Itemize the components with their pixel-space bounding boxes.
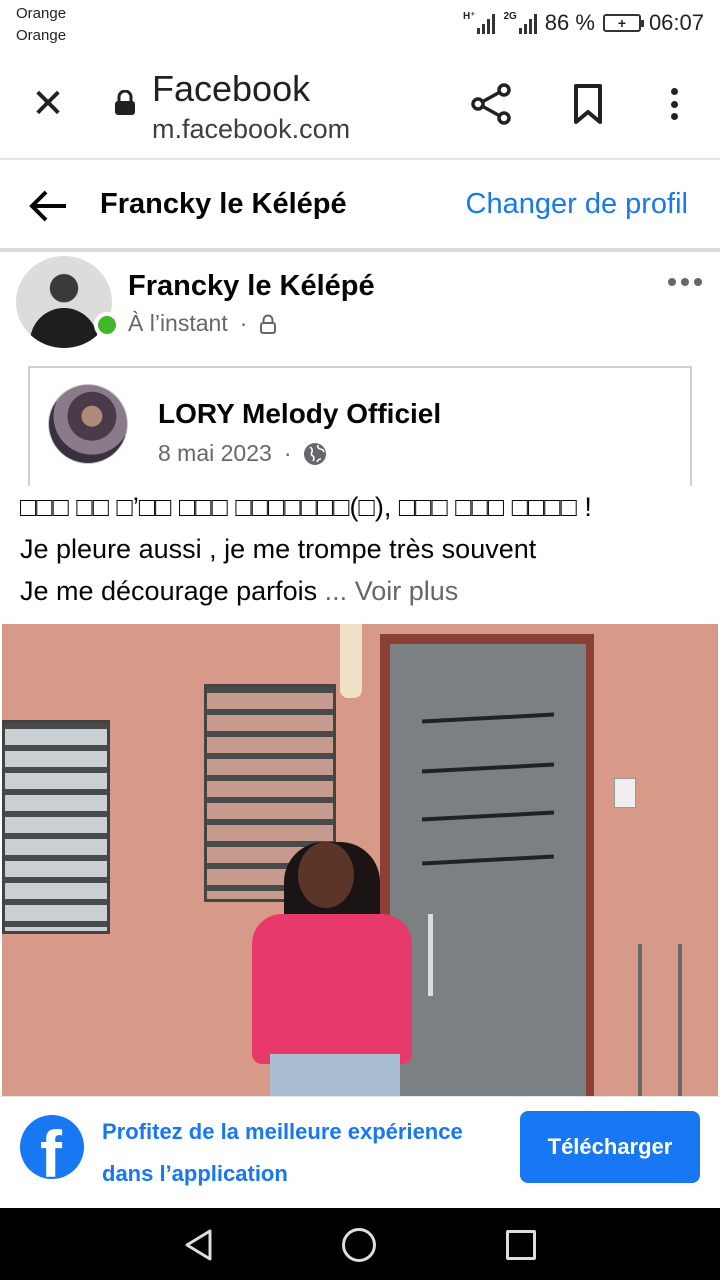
bookmark-icon[interactable] [570, 82, 606, 126]
banner-line-1: Profitez de la meilleure expérience [102, 1119, 463, 1144]
post-text-line: Je pleure aussi , je me trompe très souv… [20, 534, 537, 564]
carrier-label-secondary: Orange [16, 27, 67, 44]
battery-percent: 86 % [544, 10, 595, 35]
photo-light-switch [614, 778, 636, 808]
photo-door-handle [428, 914, 433, 996]
battery-icon: + [602, 14, 644, 32]
photo-person-jeans [270, 1054, 400, 1096]
online-status-icon [94, 312, 120, 338]
post-text-line: □□□ □□ □’□□ □□□ □□□□□□□(□), □□□ □□□ □□□□… [20, 492, 592, 522]
status-indicators: H⁺ 2G 86 % + 06:07 [463, 10, 704, 36]
download-button[interactable]: Télécharger [520, 1111, 700, 1183]
more-vertical-icon[interactable] [660, 84, 688, 124]
shared-meta-separator: · [283, 440, 292, 466]
back-arrow-icon[interactable] [26, 188, 70, 224]
photo-person-shirt [252, 914, 412, 1064]
post-timestamp[interactable]: À l’instant [128, 310, 228, 337]
shared-post-meta: 8 mai 2023 · [158, 440, 327, 467]
site-title: Facebook [152, 68, 311, 109]
system-navigation-bar [0, 1208, 720, 1280]
photo-door [390, 644, 586, 1096]
photo-window-left [2, 720, 110, 934]
see-more-link[interactable]: Voir plus [355, 576, 459, 606]
site-url[interactable]: m.facebook.com [152, 114, 350, 145]
post-options-icon[interactable] [668, 278, 702, 286]
close-icon[interactable]: ✕ [28, 84, 68, 126]
post-text-line-content: Je me décourage parfois [20, 576, 318, 606]
change-profile-link[interactable]: Changer de profil [466, 188, 688, 221]
lock-icon [115, 90, 135, 115]
post-text: □□□ □□ □’□□ □□□ □□□□□□□(□), □□□ □□□ □□□□… [20, 486, 710, 612]
post-photo[interactable] [2, 624, 718, 1096]
photo-person-face [298, 842, 354, 908]
post-meta: À l’instant · [128, 310, 277, 337]
globe-icon [304, 442, 327, 465]
post-author-name[interactable]: Francky le Kélépé [128, 270, 375, 303]
privacy-lock-icon [260, 314, 277, 334]
photo-lamp [340, 624, 362, 698]
status-bar: Orange Orange H⁺ 2G 86 % + 06:07 [0, 0, 720, 50]
nav-back-icon[interactable] [182, 1228, 216, 1262]
shared-author-avatar[interactable] [48, 384, 128, 464]
nav-home-icon[interactable] [342, 1228, 376, 1262]
shared-post-card[interactable]: LORY Melody Officiel 8 mai 2023 · [28, 366, 692, 486]
banner-line-2: dans l’application [102, 1161, 288, 1186]
banner-message: Profitez de la meilleure expérience dans… [102, 1111, 502, 1195]
facebook-logo-icon: f [20, 1115, 84, 1179]
photo-stair-rail [638, 944, 682, 1096]
shared-author-name[interactable]: LORY Melody Officiel [158, 398, 441, 430]
meta-separator: · [239, 310, 248, 336]
page-header: Francky le Kélépé Changer de profil [0, 162, 720, 252]
shared-post-date[interactable]: 8 mai 2023 [158, 440, 272, 467]
carrier-label: Orange [16, 5, 67, 22]
nav-recents-icon[interactable] [506, 1230, 536, 1260]
page-title: Francky le Kélépé [100, 188, 347, 220]
post-text-line: Je me décourage parfois ... Voir plus [20, 570, 710, 612]
ellipsis: ... [317, 576, 348, 606]
app-download-banner: f Profitez de la meilleure expérience da… [0, 1096, 720, 1206]
clock: 06:07 [648, 10, 704, 35]
browser-toolbar: ✕ Facebook m.facebook.com [0, 50, 720, 160]
signal-strength-icon-secondary: 2G [503, 12, 537, 34]
share-icon[interactable] [470, 82, 514, 126]
signal-strength-icon: H⁺ [463, 12, 496, 34]
post: Francky le Kélépé À l’instant · LORY Mel… [0, 256, 720, 1096]
